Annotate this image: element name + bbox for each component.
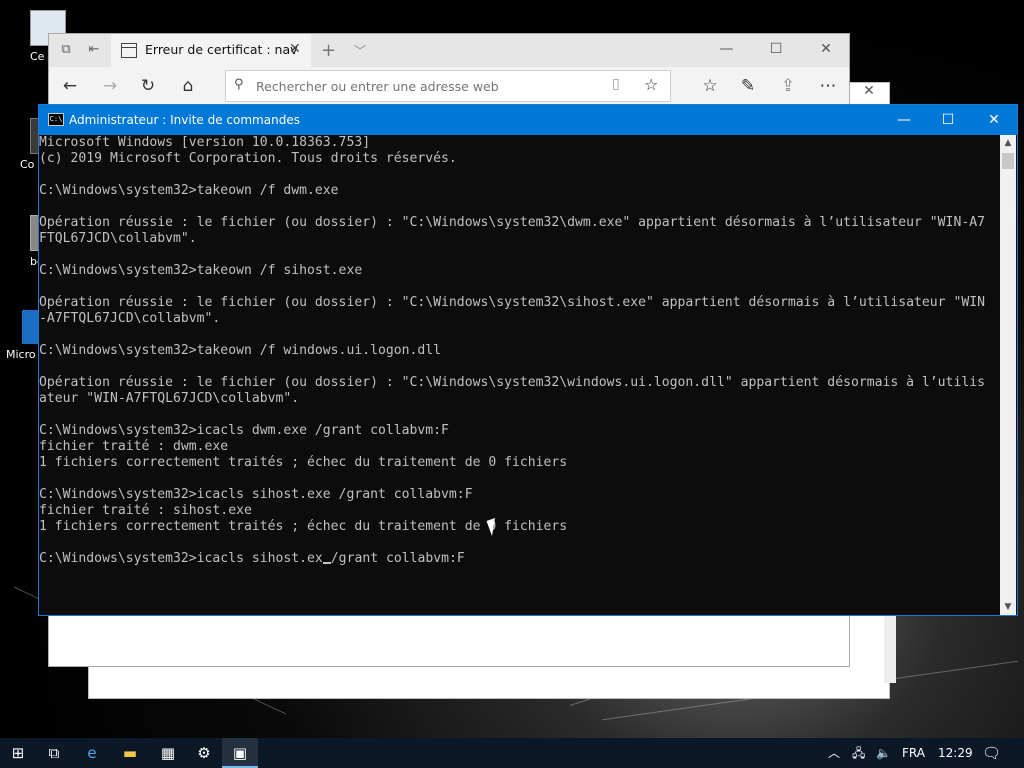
minimize-icon[interactable]: —	[881, 105, 927, 135]
address-bar[interactable]: ⚲ ▯ ☆	[225, 70, 671, 102]
console-line: Opération réussie : le fichier (ou dossi…	[39, 295, 985, 310]
console-line: C:\Windows\system32>takeown /f sihost.ex…	[39, 263, 363, 278]
favorites-icon[interactable]: ☆	[699, 76, 721, 98]
close-icon[interactable]: ✕	[803, 34, 849, 64]
console-line: (c) 2019 Microsoft Corporation. Tous dro…	[39, 151, 457, 166]
scroll-up-icon[interactable]: ▲	[1000, 135, 1016, 151]
settings-icon[interactable]: ⚙	[186, 738, 222, 768]
tab-strip: ⧉ ⇤ Erreur de certificat : nav ✕ + ﹀ — ☐…	[49, 34, 849, 67]
console-current-line: C:\Windows\system32>icacls sihost.ex/gra…	[39, 551, 999, 567]
console-line: FTQL67JCD\collabvm".	[39, 231, 197, 246]
maximize-icon[interactable]: ☐	[753, 34, 799, 64]
console-output[interactable]: Microsoft Windows [version 10.0.18363.75…	[39, 135, 999, 615]
chevron-down-icon[interactable]: ﹀	[354, 42, 366, 59]
file-explorer-icon[interactable]: ▬	[112, 738, 148, 768]
console-prompt: C:\Windows\system32>icacls sihost.ex	[39, 551, 323, 566]
console-line: Opération réussie : le fichier (ou dossi…	[39, 215, 985, 230]
share-icon[interactable]: ⇪	[777, 76, 799, 98]
language-indicator[interactable]: FRA	[902, 738, 925, 768]
console-scrollbar[interactable]: ▲ ▼	[1000, 135, 1016, 615]
console-line: -A7FTQL67JCD\collabvm".	[39, 311, 221, 326]
console-line: 1 fichiers correctement traités ; échec …	[39, 519, 568, 534]
cmd-icon: C:\	[48, 113, 64, 126]
new-tab-icon[interactable]: +	[321, 40, 336, 61]
taskbar: ⊞ ⧉ e ▬ ▦ ⚙ ▣ ︿ 🖧 🔈 FRA 12:29 🗨	[0, 738, 1024, 768]
page-icon	[121, 43, 137, 58]
cmd-title-bar[interactable]: C:\ Administrateur : Invite de commandes…	[39, 105, 1017, 135]
console-line: C:\Windows\system32>icacls sihost.exe /g…	[39, 487, 473, 502]
navigation-bar: ← → ↻ ⌂ ⚲ ▯ ☆ ☆ ✎ ⇪ ⋯	[49, 67, 849, 105]
maximize-icon[interactable]: ☐	[925, 105, 971, 135]
edge-window-controls: — ☐ ✕	[703, 34, 849, 67]
tab-title: Erreur de certificat : nav	[145, 42, 298, 57]
scroll-down-icon[interactable]: ▼	[1000, 599, 1016, 615]
console-line: C:\Windows\system32>takeown /f dwm.exe	[39, 183, 339, 198]
reading-view-icon[interactable]: ▯	[612, 76, 620, 92]
background-scrollbar[interactable]	[884, 613, 896, 683]
search-icon: ⚲	[234, 77, 244, 92]
task-view-icon[interactable]: ⧉	[36, 738, 72, 768]
close-icon[interactable]: ✕	[849, 83, 889, 103]
console-input: /grant collabvm:F	[330, 551, 465, 566]
address-input[interactable]	[254, 75, 598, 97]
console-line: fichier traité : dwm.exe	[39, 439, 229, 454]
minimize-icon[interactable]: —	[703, 34, 749, 64]
back-icon[interactable]: ←	[59, 76, 81, 98]
text-cursor	[322, 562, 331, 564]
windows-start-icon[interactable]: ⊞	[0, 738, 36, 768]
edge-taskbar-icon[interactable]: e	[74, 738, 110, 768]
close-icon[interactable]: ✕	[971, 105, 1017, 135]
more-icon[interactable]: ⋯	[817, 76, 839, 98]
window-title: Administrateur : Invite de commandes	[69, 113, 300, 127]
command-prompt-window: C:\ Administrateur : Invite de commandes…	[38, 104, 1018, 616]
console-line: Microsoft Windows [version 10.0.18363.75…	[39, 135, 371, 150]
set-aside-tabs-icon[interactable]: ⇤	[85, 42, 103, 60]
forward-icon[interactable]: →	[99, 76, 121, 98]
scroll-thumb[interactable]	[1002, 153, 1014, 169]
volume-muted-icon[interactable]: 🔈	[876, 738, 891, 768]
favorite-star-icon[interactable]: ☆	[644, 75, 658, 94]
console-line: C:\Windows\system32>takeown /f windows.u…	[39, 343, 442, 358]
action-center-icon[interactable]: 🗨	[982, 738, 1001, 768]
console-line: C:\Windows\system32>icacls dwm.exe /gran…	[39, 423, 449, 438]
network-icon[interactable]: 🖧	[852, 738, 865, 768]
close-tab-icon[interactable]: ✕	[289, 41, 301, 57]
pen-icon[interactable]: ✎	[737, 76, 759, 98]
home-icon[interactable]: ⌂	[177, 76, 199, 98]
cmd-taskbar-icon[interactable]: ▣	[222, 738, 258, 768]
show-hidden-icons-icon[interactable]: ︿	[828, 738, 840, 768]
control-panel-taskbar-icon[interactable]: ▦	[150, 738, 186, 768]
refresh-icon[interactable]: ↻	[137, 76, 159, 98]
console-line: Opération réussie : le fichier (ou dossi…	[39, 375, 985, 390]
console-line: ateur "WIN-A7FTQL67JCD\collabvm".	[39, 391, 300, 406]
clock[interactable]: 12:29	[938, 738, 973, 768]
console-line: 1 fichiers correctement traités ; échec …	[39, 455, 568, 470]
tab-certificate-error[interactable]: Erreur de certificat : nav ✕	[111, 34, 311, 67]
console-line: fichier traité : sihost.exe	[39, 503, 252, 518]
tab-preview-icon[interactable]: ⧉	[57, 42, 75, 60]
